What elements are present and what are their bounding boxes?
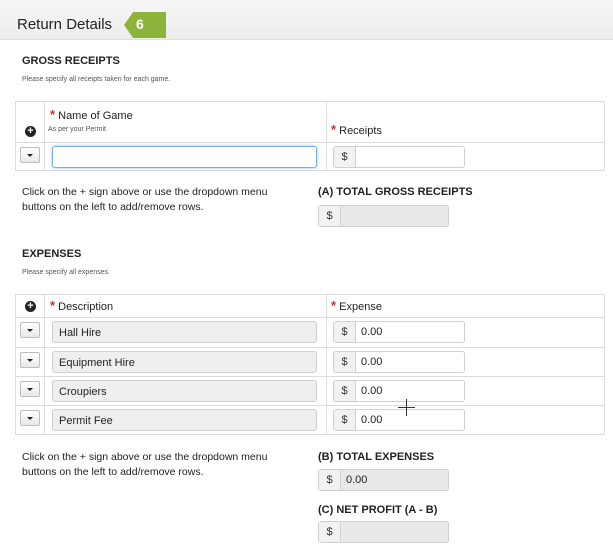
description-input[interactable]: Equipment Hire (52, 351, 317, 373)
gross-receipts-title: GROSS RECEIPTS (22, 55, 120, 67)
row-dropdown-button[interactable] (20, 147, 40, 163)
expense-header: * Expense (331, 298, 382, 313)
gross-receipts-help: Click on the + sign above or use the dro… (22, 186, 268, 213)
total-expenses-label: (B) TOTAL EXPENSES (318, 451, 435, 463)
currency-symbol: $ (334, 352, 356, 372)
currency-symbol: $ (319, 206, 341, 226)
section-header: Return Details 6 (0, 0, 613, 40)
receipts-input[interactable]: $ (333, 146, 465, 168)
row-dropdown-button[interactable] (20, 352, 40, 368)
total-expenses-value: 0.00 (341, 470, 448, 490)
expense-label: Expense (339, 301, 382, 313)
game-name-input[interactable] (52, 146, 317, 168)
receipts-label: Receipts (339, 125, 382, 137)
currency-symbol: $ (319, 470, 341, 490)
required-marker: * (50, 107, 56, 122)
expenses-subtitle: Please specify all expenses. (22, 269, 110, 276)
row-dropdown-button[interactable] (20, 410, 40, 426)
expense-value[interactable]: 0.00 (356, 322, 464, 342)
name-of-game-header: * Name of Game (50, 107, 133, 122)
total-gross-receipts-field: $ (318, 205, 449, 227)
name-of-game-label: Name of Game (58, 110, 133, 122)
page-title: Return Details (17, 16, 113, 33)
expenses-table: + * Description * Expense Hall Hire $ 0.… (15, 294, 605, 435)
expense-input[interactable]: $ 0.00 (333, 321, 465, 343)
step-badge: 6 (124, 12, 166, 38)
description-input[interactable]: Permit Fee (52, 409, 317, 431)
currency-symbol: $ (334, 147, 356, 167)
row-dropdown-button[interactable] (20, 322, 40, 338)
description-header: * Description (50, 298, 113, 313)
currency-symbol: $ (334, 410, 356, 430)
net-profit-label: (C) NET PROFIT (A - B) (318, 504, 438, 516)
required-marker: * (50, 298, 56, 313)
required-marker: * (331, 122, 337, 137)
total-expenses-field: $ 0.00 (318, 469, 449, 491)
receipts-value[interactable] (356, 147, 464, 167)
gross-receipts-subtitle: Please specify all receipts taken for ea… (22, 76, 171, 83)
currency-symbol: $ (334, 381, 356, 401)
currency-symbol: $ (334, 322, 356, 342)
expense-value[interactable]: 0.00 (356, 352, 464, 372)
expenses-help: Click on the + sign above or use the dro… (22, 451, 268, 478)
expense-input[interactable]: $ 0.00 (333, 351, 465, 373)
description-label: Description (58, 301, 114, 313)
net-profit-value (341, 522, 448, 542)
row-dropdown-button[interactable] (20, 381, 40, 397)
step-number: 6 (136, 16, 144, 32)
crosshair-cursor-icon (398, 399, 415, 416)
expenses-title: EXPENSES (22, 248, 82, 260)
add-row-plus-icon[interactable]: + (25, 126, 36, 137)
add-row-plus-icon[interactable]: + (25, 301, 36, 312)
total-gross-receipts-value (341, 206, 448, 226)
description-input[interactable]: Croupiers (52, 380, 317, 402)
required-marker: * (331, 298, 337, 313)
currency-symbol: $ (319, 522, 341, 542)
receipts-header: * Receipts (331, 122, 382, 137)
gross-receipts-table: + * Name of Game As per your Permit * Re… (15, 101, 605, 171)
expense-value[interactable]: 0.00 (356, 381, 464, 401)
description-input[interactable]: Hall Hire (52, 321, 317, 343)
net-profit-field: $ (318, 521, 449, 543)
name-of-game-sub: As per your Permit (48, 126, 106, 133)
total-gross-receipts-label: (A) TOTAL GROSS RECEIPTS (318, 186, 473, 198)
